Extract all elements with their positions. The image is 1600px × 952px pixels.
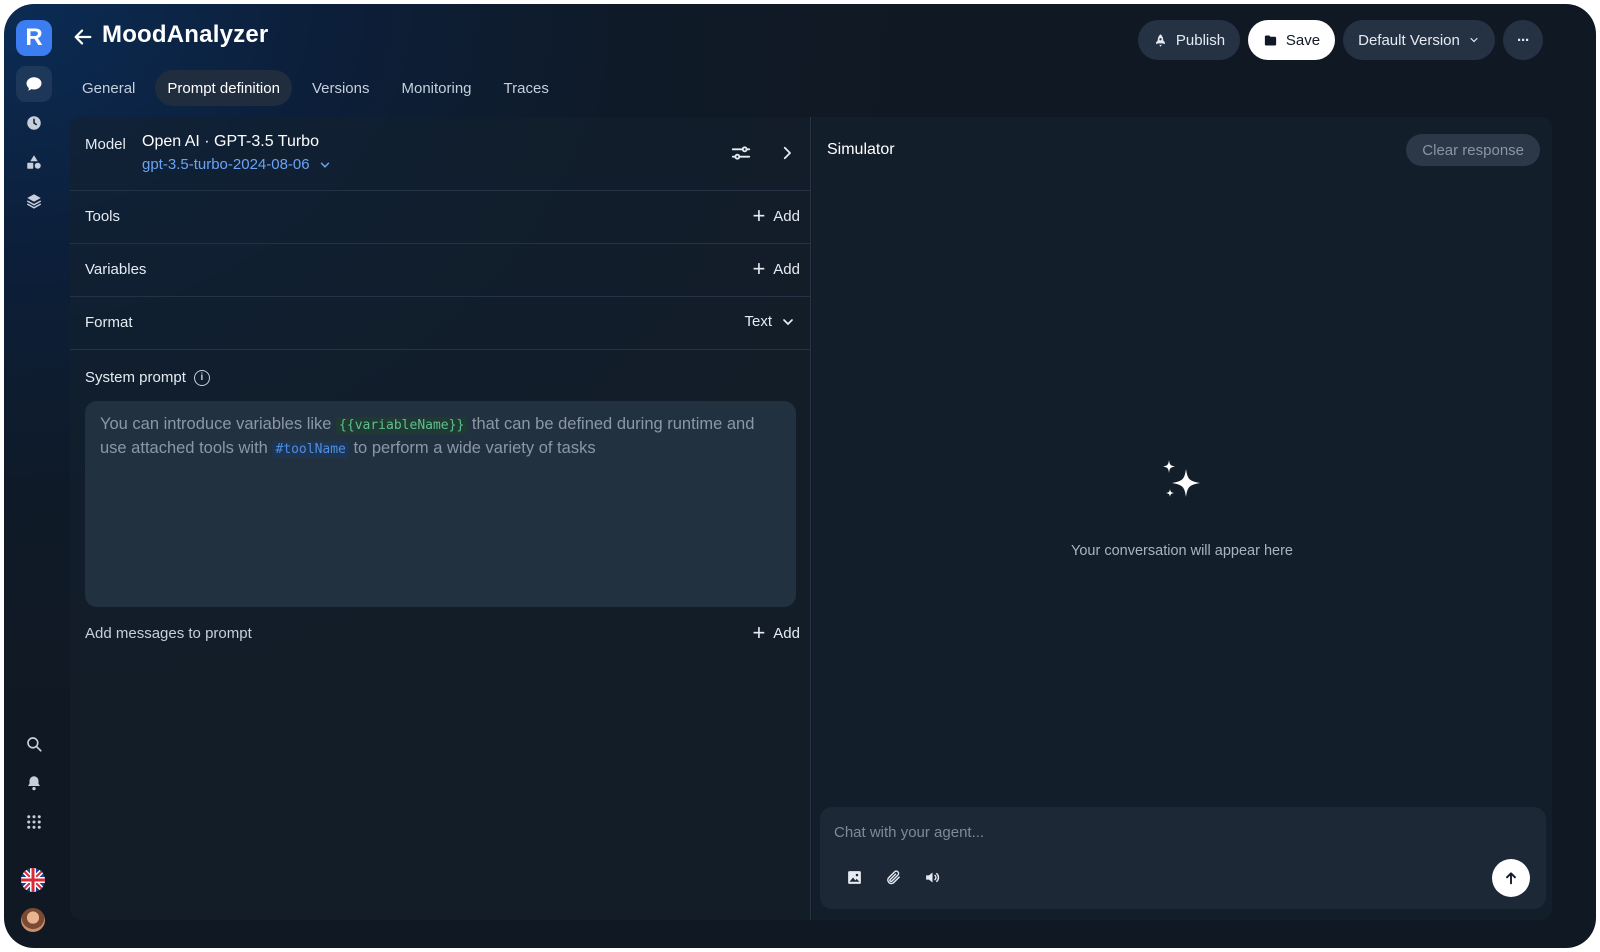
app-logo[interactable]: R bbox=[16, 20, 52, 56]
save-label: Save bbox=[1285, 31, 1321, 49]
chevron-down-icon bbox=[1470, 37, 1478, 43]
folder-icon bbox=[1264, 35, 1277, 45]
tool-example-chip: #toolName bbox=[272, 441, 349, 458]
page-title: MoodAnalyzer bbox=[102, 21, 269, 48]
plus-icon: + bbox=[752, 620, 766, 645]
chat-input[interactable] bbox=[834, 821, 1494, 843]
app-window: R MoodAnalyzer Publish Save Default Vers… bbox=[4, 4, 1596, 948]
clock-icon[interactable] bbox=[16, 105, 52, 141]
tab-versions[interactable]: Versions bbox=[300, 70, 382, 106]
add-message-button[interactable]: + Add bbox=[752, 622, 800, 644]
tab-bar: General Prompt definition Versions Monit… bbox=[70, 70, 569, 106]
simulator-title: Simulator bbox=[827, 141, 895, 158]
rocket-icon bbox=[1156, 33, 1165, 47]
add-tool-button[interactable]: + Add bbox=[752, 205, 800, 227]
version-select[interactable]: Default Version bbox=[1343, 20, 1495, 60]
model-row: Model Open AI · GPT-3.5 Turbo gpt-3.5-tu… bbox=[70, 117, 810, 191]
placeholder-text: to perform a wide variety of tasks bbox=[348, 439, 596, 457]
model-label: Model bbox=[85, 136, 126, 153]
bell-icon[interactable] bbox=[16, 765, 52, 801]
chevron-right-icon[interactable] bbox=[778, 144, 796, 162]
variables-row: Variables + Add bbox=[70, 244, 810, 297]
more-button[interactable]: ··· bbox=[1503, 20, 1543, 60]
system-prompt-label: System prompt bbox=[85, 369, 186, 386]
chat-tools bbox=[846, 869, 941, 886]
format-select[interactable]: Text bbox=[744, 313, 796, 330]
model-id-label: gpt-3.5-turbo-2024-08-06 bbox=[142, 156, 310, 173]
grid-icon[interactable] bbox=[16, 804, 52, 840]
add-messages-label: Add messages to prompt bbox=[85, 625, 252, 642]
publish-button[interactable]: Publish bbox=[1138, 20, 1240, 60]
system-prompt-heading: System prompt i bbox=[85, 369, 210, 386]
format-row: Format Text bbox=[70, 297, 810, 350]
image-icon[interactable] bbox=[846, 869, 863, 886]
plus-icon: + bbox=[752, 256, 766, 281]
chat-bubble-icon[interactable] bbox=[16, 66, 52, 102]
format-value: Text bbox=[744, 313, 772, 330]
publish-label: Publish bbox=[1175, 31, 1226, 49]
format-label: Format bbox=[85, 314, 133, 331]
tab-prompt-definition[interactable]: Prompt definition bbox=[155, 70, 292, 106]
speaker-icon[interactable] bbox=[924, 869, 941, 886]
model-actions bbox=[730, 142, 796, 164]
simulator-panel: Simulator Clear response Your conversati… bbox=[812, 117, 1552, 920]
tools-label: Tools bbox=[85, 208, 121, 225]
empty-state-text: Your conversation will appear here bbox=[1071, 543, 1293, 559]
model-version-select[interactable]: gpt-3.5-turbo-2024-08-06 bbox=[142, 156, 332, 173]
tab-monitoring[interactable]: Monitoring bbox=[389, 70, 483, 106]
avatar[interactable] bbox=[21, 908, 45, 932]
tab-traces[interactable]: Traces bbox=[492, 70, 561, 106]
clear-response-button[interactable]: Clear response bbox=[1406, 134, 1540, 166]
plus-icon: + bbox=[752, 203, 766, 228]
shapes-icon[interactable] bbox=[16, 144, 52, 180]
sliders-icon[interactable] bbox=[730, 142, 752, 164]
system-prompt-input[interactable]: You can introduce variables like {{varia… bbox=[85, 401, 796, 607]
uk-flag-icon[interactable] bbox=[21, 868, 45, 892]
sparkles-icon bbox=[1163, 460, 1200, 497]
add-label: Add bbox=[773, 624, 800, 642]
add-variable-button[interactable]: + Add bbox=[752, 258, 800, 280]
paperclip-icon[interactable] bbox=[885, 869, 902, 886]
save-button[interactable]: Save bbox=[1248, 20, 1335, 60]
tab-general[interactable]: General bbox=[70, 70, 147, 106]
version-label: Default Version bbox=[1358, 31, 1460, 49]
arrow-up-icon bbox=[1506, 872, 1516, 885]
chat-composer bbox=[820, 807, 1546, 909]
tools-row: Tools + Add bbox=[70, 191, 810, 244]
variable-example-chip: {{variableName}} bbox=[336, 417, 468, 434]
placeholder-text: You can introduce variables like bbox=[100, 415, 337, 433]
back-arrow-icon[interactable] bbox=[70, 24, 96, 50]
layers-icon[interactable] bbox=[16, 183, 52, 219]
prompt-definition-panel: Model Open AI · GPT-3.5 Turbo gpt-3.5-tu… bbox=[70, 117, 811, 920]
chevron-down-icon bbox=[783, 318, 793, 325]
info-icon[interactable]: i bbox=[193, 369, 210, 386]
add-label: Add bbox=[773, 260, 800, 278]
model-name: Open AI · GPT-3.5 Turbo bbox=[142, 133, 319, 150]
chevron-down-icon bbox=[320, 161, 329, 168]
search-icon[interactable] bbox=[16, 726, 52, 762]
send-button[interactable] bbox=[1492, 859, 1530, 897]
more-icon: ··· bbox=[1517, 31, 1530, 49]
left-rail: R bbox=[4, 4, 70, 948]
variables-label: Variables bbox=[85, 261, 147, 278]
add-label: Add bbox=[773, 207, 800, 225]
